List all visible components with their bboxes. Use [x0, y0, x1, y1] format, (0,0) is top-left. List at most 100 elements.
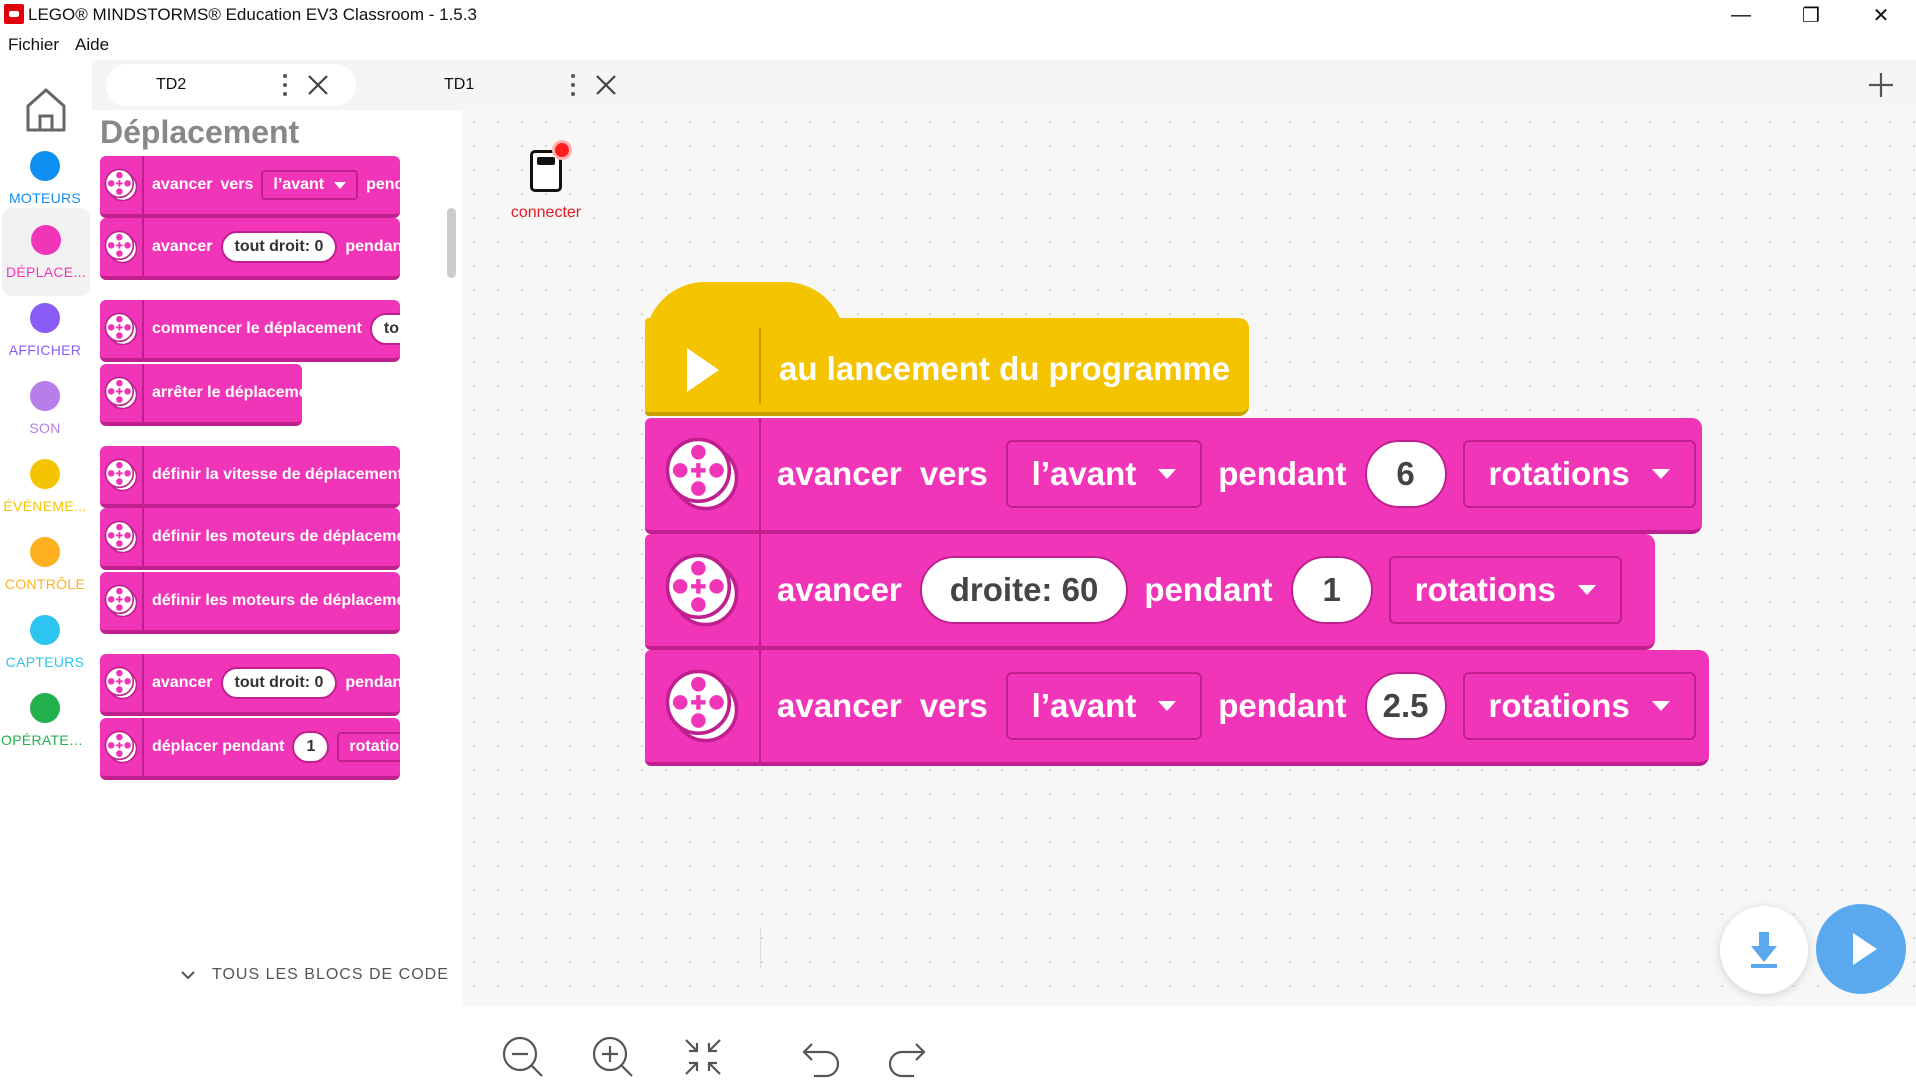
- more-options-icon[interactable]: [570, 74, 576, 96]
- block-value-input[interactable]: tout droit: 0: [220, 667, 338, 699]
- motor-icon: [104, 376, 138, 410]
- status-dot: [555, 143, 569, 157]
- category-son[interactable]: SON: [0, 364, 90, 452]
- block-value-input[interactable]: 6: [1364, 440, 1447, 508]
- minimize-button[interactable]: —: [1706, 0, 1776, 30]
- download-arrow-icon: [1751, 932, 1777, 968]
- category-dot: [30, 458, 60, 489]
- category-label: AFFICHER: [8, 341, 82, 358]
- tab-td2[interactable]: TD2: [106, 64, 356, 106]
- palette-block[interactable]: définir la vitesse de déplacement à50: [100, 446, 400, 508]
- motor-icon: [100, 446, 144, 504]
- block-dropdown[interactable]: rotations: [337, 732, 400, 762]
- block-dropdown[interactable]: l’avant: [261, 170, 359, 200]
- block-text: pendant: [345, 238, 400, 255]
- block-dropdown[interactable]: rotations: [1462, 440, 1696, 508]
- motor-icon: [665, 553, 739, 627]
- hat-label: au lancement du programme: [779, 350, 1231, 387]
- close-tab-icon[interactable]: [306, 73, 330, 97]
- palette-block[interactable]: avancer vers l’avant pendant: [100, 156, 400, 218]
- block-separator: [759, 328, 761, 404]
- palette-block[interactable]: arrêter le déplacement: [100, 364, 302, 426]
- block-text: avancer: [777, 455, 902, 492]
- block-text: pendant: [345, 674, 400, 691]
- motor-icon: [100, 718, 144, 776]
- script-block-move[interactable]: avancer vers l’avant pendant 2.5 rotations: [645, 650, 1709, 766]
- zoom-in-icon[interactable]: [590, 1034, 636, 1080]
- category-événeme[interactable]: ÉVÉNEME...: [0, 442, 90, 530]
- block-text: pendant: [1218, 687, 1347, 724]
- connect-hub-button[interactable]: connecter: [496, 143, 596, 222]
- block-text: définir la vitesse de déplacement à: [152, 466, 400, 483]
- app-logo-icon: [4, 4, 24, 24]
- block-dropdown[interactable]: rotations: [1388, 556, 1622, 624]
- fit-screen-icon[interactable]: [680, 1034, 726, 1080]
- category-label: CAPTEURS: [5, 653, 85, 670]
- category-label: SON: [29, 419, 61, 436]
- block-text: pendant: [366, 176, 400, 193]
- close-window-button[interactable]: ✕: [1846, 0, 1916, 30]
- palette-title: Déplacement: [100, 114, 300, 150]
- motor-icon: [645, 534, 761, 646]
- block-value-input[interactable]: 1: [1290, 556, 1373, 624]
- block-text: avancer: [777, 571, 902, 608]
- block-text: vers: [220, 176, 254, 193]
- start-program-block[interactable]: au lancement du programme: [645, 282, 1249, 417]
- motor-icon: [100, 300, 144, 358]
- motor-icon: [665, 437, 739, 511]
- palette-block[interactable]: définir les moteurs de déplacement po: [100, 508, 400, 570]
- motor-icon: [100, 654, 144, 712]
- block-text: définir les moteurs de déplacement po: [152, 528, 400, 545]
- block-value-input[interactable]: tout droit: [369, 313, 400, 345]
- close-tab-icon[interactable]: [594, 73, 618, 97]
- category-déplace[interactable]: DÉPLACE...: [2, 208, 90, 296]
- category-afficher[interactable]: AFFICHER: [0, 286, 90, 374]
- category-opérateu[interactable]: OPÉRATEU...: [0, 676, 90, 764]
- block-value-input[interactable]: 2.5: [1364, 672, 1447, 740]
- motor-icon: [100, 572, 144, 630]
- toolbar-divider: [760, 928, 761, 968]
- motor-icon: [104, 666, 138, 700]
- undo-icon[interactable]: [796, 1034, 842, 1080]
- motor-icon: [104, 458, 138, 492]
- home-icon[interactable]: [24, 84, 68, 134]
- redo-icon[interactable]: [886, 1034, 932, 1080]
- palette-block[interactable]: définir les moteurs de déplacement po: [100, 572, 400, 634]
- block-dropdown[interactable]: rotations: [1462, 672, 1696, 740]
- play-icon: [687, 348, 719, 392]
- category-capteurs[interactable]: CAPTEURS: [0, 598, 90, 686]
- maximize-button[interactable]: ❐: [1776, 0, 1846, 30]
- window-title: LEGO® MINDSTORMS® Education EV3 Classroo…: [28, 5, 477, 24]
- category-label: DÉPLACE...: [5, 263, 87, 280]
- palette-block[interactable]: avancertout droit: 0pendant1: [100, 218, 400, 280]
- menu-aide[interactable]: Aide: [67, 35, 117, 55]
- add-tab-icon[interactable]: [1868, 72, 1894, 98]
- category-dot: [31, 224, 61, 255]
- connect-label: connecter: [510, 204, 582, 221]
- palette-scrollbar[interactable]: [447, 208, 456, 278]
- block-value-input[interactable]: 1: [292, 731, 330, 763]
- palette-block[interactable]: avancertout droit: 0pendant1: [100, 654, 400, 716]
- zoom-out-icon[interactable]: [500, 1034, 546, 1080]
- block-dropdown[interactable]: l’avant: [1005, 672, 1203, 740]
- motor-icon: [104, 312, 138, 346]
- motor-icon: [104, 584, 138, 618]
- block-value-input[interactable]: droite: 60: [919, 556, 1129, 624]
- script-block-move[interactable]: avancer vers l’avant pendant 6 rotations: [645, 418, 1702, 534]
- block-palette: Déplacement avancer vers l’avant pendant av…: [92, 110, 462, 1006]
- block-text: avancer: [777, 687, 902, 724]
- download-button[interactable]: [1720, 906, 1808, 994]
- more-options-icon[interactable]: [282, 74, 288, 96]
- block-value-input[interactable]: tout droit: 0: [220, 231, 338, 263]
- block-dropdown[interactable]: l’avant: [1005, 440, 1203, 508]
- palette-block[interactable]: déplacer pendant 1rotations: [100, 718, 400, 780]
- category-dot: [30, 692, 60, 723]
- all-blocks-toggle[interactable]: TOUS LES BLOCS DE CODE: [92, 966, 462, 984]
- menu-fichier[interactable]: Fichier: [0, 35, 67, 55]
- palette-block[interactable]: commencer le déplacement tout droit: [100, 300, 400, 362]
- motor-icon: [100, 508, 144, 566]
- category-contrôle[interactable]: CONTRÔLE: [0, 520, 90, 608]
- run-program-button[interactable]: [1816, 904, 1906, 994]
- tab-td1[interactable]: TD1: [394, 64, 644, 106]
- script-block-move[interactable]: avancer droite: 60 pendant 1 rotations: [645, 534, 1655, 650]
